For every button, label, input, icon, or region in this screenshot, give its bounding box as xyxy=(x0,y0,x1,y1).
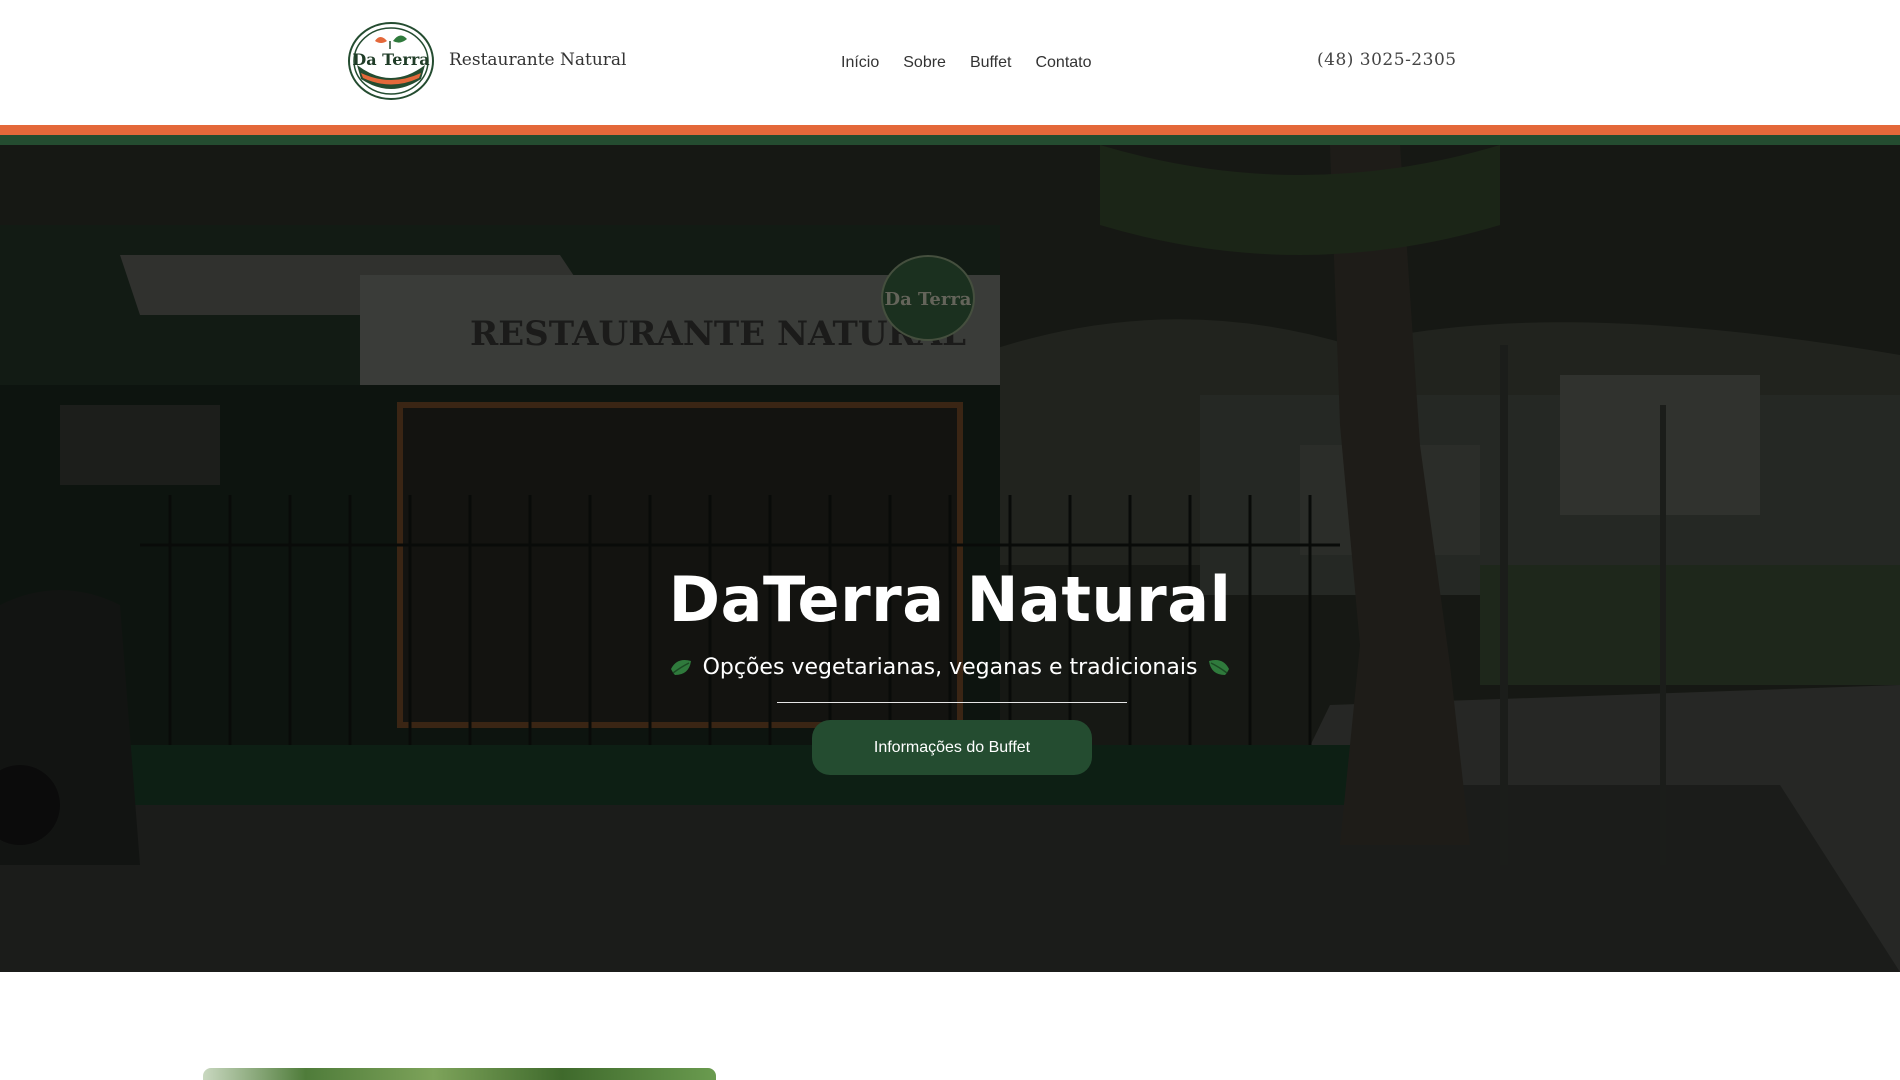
brand-subtitle: Restaurante Natural xyxy=(449,50,627,70)
site-header: Da Terra Restaurante Natural Início Sobr… xyxy=(0,0,1900,125)
logo[interactable]: Da Terra xyxy=(347,21,435,101)
hero-subtitle: Opções vegetarianas, veganas e tradicion… xyxy=(0,655,1900,680)
hero-title: DaTerra Natural xyxy=(668,563,1232,636)
hero-dark-overlay xyxy=(0,145,1900,972)
nav-link-buffet[interactable]: Buffet xyxy=(970,54,1012,72)
nav-link-inicio[interactable]: Início xyxy=(841,54,879,72)
phone-number[interactable]: (48) 3025-2305 xyxy=(1317,50,1457,70)
logo-text: Da Terra xyxy=(352,50,429,69)
hero-divider xyxy=(777,702,1127,703)
main-nav: Início Sobre Buffet Contato xyxy=(841,54,1092,72)
hero-section: RESTAURANTE NATURAL Da Terra DaTerra Nat… xyxy=(0,145,1900,972)
hero-subtitle-text: Opções vegetarianas, veganas e tradicion… xyxy=(702,655,1198,680)
logo-badge-icon: Da Terra xyxy=(348,22,434,100)
orange-stripe xyxy=(0,125,1900,135)
about-section xyxy=(0,972,1900,1080)
leaf-icon xyxy=(1207,657,1231,679)
nav-link-contato[interactable]: Contato xyxy=(1035,54,1091,72)
buffet-info-button[interactable]: Informações do Buffet xyxy=(812,720,1092,775)
green-stripe xyxy=(0,135,1900,145)
restaurant-photo xyxy=(203,1068,716,1080)
leaf-icon xyxy=(669,657,693,679)
nav-link-sobre[interactable]: Sobre xyxy=(903,54,946,72)
